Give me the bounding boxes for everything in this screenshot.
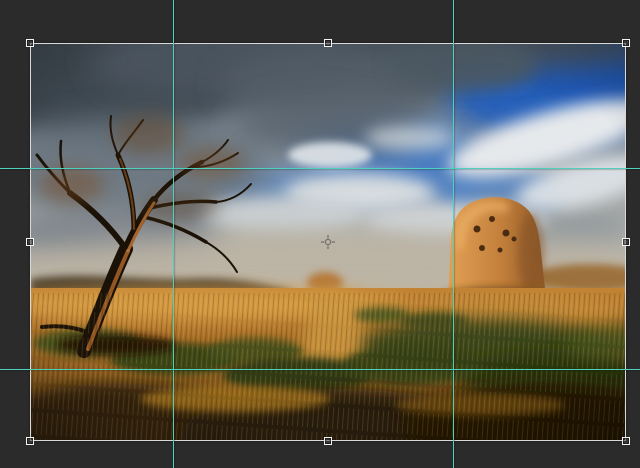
crop-handle-e[interactable] [622,238,630,246]
landscape-photo[interactable] [30,43,626,441]
horizontal-guide-1[interactable] [0,168,640,169]
crop-reference-point-icon[interactable] [320,234,336,250]
editor-canvas [0,0,640,468]
crop-handle-ne[interactable] [622,39,630,47]
vertical-guide-1[interactable] [173,0,174,468]
crop-handle-s[interactable] [324,437,332,445]
crop-handle-se[interactable] [622,437,630,445]
crop-handle-w[interactable] [26,238,34,246]
vertical-guide-2[interactable] [453,0,454,468]
crop-handle-sw[interactable] [26,437,34,445]
crop-handle-n[interactable] [324,39,332,47]
crop-handle-nw[interactable] [26,39,34,47]
horizontal-guide-2[interactable] [0,369,640,370]
